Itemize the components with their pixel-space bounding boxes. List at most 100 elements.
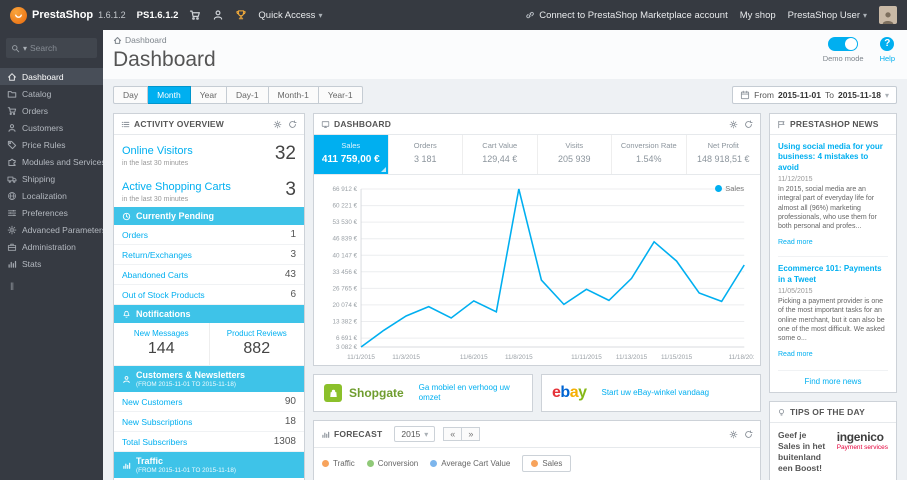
search-scope-caret-icon[interactable]: ▾ bbox=[23, 44, 27, 53]
forecast-prev-button[interactable]: « bbox=[443, 427, 463, 441]
sidebar-item-administration[interactable]: Administration bbox=[0, 238, 103, 255]
find-more-news-link[interactable]: Find more news bbox=[778, 370, 888, 386]
kpi-visits[interactable]: Visits 205 939 bbox=[538, 135, 612, 174]
gear-icon[interactable] bbox=[273, 120, 282, 129]
active-carts-link[interactable]: Active Shopping Carts bbox=[122, 181, 231, 193]
page-title: Dashboard bbox=[113, 48, 216, 71]
date-range-buttons: Day Month Year Day-1 Month-1 Year-1 bbox=[113, 86, 363, 104]
average-cart-value-dot bbox=[430, 460, 438, 467]
filter-day-button[interactable]: Day bbox=[113, 86, 149, 104]
ingenico-tagline: Payment services bbox=[836, 444, 888, 452]
user-name: PrestaShop User bbox=[787, 9, 860, 21]
kpi-orders[interactable]: Orders 3 181 bbox=[389, 135, 463, 174]
news-article: Using social media for your business: 4 … bbox=[778, 142, 888, 258]
panel-tools bbox=[729, 119, 753, 129]
new-customers-link[interactable]: New Customers bbox=[122, 397, 182, 407]
shopgate-cta-link[interactable]: Ga mobiel en verhoog uw omzet bbox=[419, 383, 522, 403]
sidebar-collapse-button[interactable]: ‖ bbox=[0, 272, 103, 303]
home-icon bbox=[8, 72, 16, 81]
kpi-net-profit[interactable]: Net Profit 148 918,51 € bbox=[687, 135, 761, 174]
total-subscribers-link[interactable]: Total Subscribers bbox=[122, 437, 187, 447]
online-visitors-link[interactable]: Online Visitors bbox=[122, 145, 193, 157]
new-messages-label: New Messages bbox=[133, 329, 189, 338]
panel-tools bbox=[273, 119, 297, 129]
new-subscriptions-link[interactable]: New Subscriptions bbox=[122, 417, 192, 427]
bar-chart-icon bbox=[322, 431, 330, 438]
sidebar-item-dashboard[interactable]: Dashboard bbox=[0, 68, 103, 85]
kpi-conversion-rate[interactable]: Conversion Rate 1.54% bbox=[612, 135, 687, 174]
demo-mode-toggle[interactable] bbox=[828, 37, 859, 51]
orders-link[interactable]: Orders bbox=[122, 230, 148, 240]
filter-month-button[interactable]: Month bbox=[148, 86, 191, 104]
trophy-icon[interactable] bbox=[235, 9, 247, 21]
chart-legend[interactable]: Sales bbox=[715, 184, 744, 193]
pending-row: Return/Exchanges 3 bbox=[114, 245, 304, 265]
kpi-sales[interactable]: Sales 411 759,00 € bbox=[314, 135, 389, 174]
quick-access-menu[interactable]: Quick Access ▾ bbox=[258, 10, 322, 21]
filter-year-button[interactable]: Year bbox=[190, 86, 227, 104]
avatar[interactable] bbox=[879, 6, 897, 24]
sidebar-item-localization[interactable]: Localization bbox=[0, 187, 103, 204]
marketplace-label: Connect to PrestaShop Marketplace accoun… bbox=[539, 9, 728, 21]
employees-icon[interactable] bbox=[212, 9, 224, 21]
cart-icon[interactable] bbox=[189, 9, 201, 21]
forecast-tab-conversion[interactable]: Conversion bbox=[366, 459, 418, 468]
sidebar-search[interactable]: ▾ bbox=[6, 38, 97, 58]
news-article-title[interactable]: Ecommerce 101: Payments in a Tweet bbox=[778, 264, 888, 285]
refresh-icon[interactable] bbox=[744, 119, 753, 129]
news-article-title[interactable]: Using social media for your business: 4 … bbox=[778, 142, 888, 173]
help-icon[interactable]: ? bbox=[880, 37, 895, 51]
refresh-icon[interactable] bbox=[288, 119, 297, 129]
sidebar-item-label: Advanced Parameters bbox=[22, 224, 103, 235]
pending-row: Orders 1 bbox=[114, 225, 304, 245]
shopgate-module: Shopgate Ga mobiel en verhoog uw omzet bbox=[313, 374, 533, 412]
forecast-next-button[interactable]: » bbox=[462, 427, 481, 441]
abandoned-carts-link[interactable]: Abandoned Carts bbox=[122, 270, 188, 280]
product-reviews-cell[interactable]: Product Reviews 882 bbox=[210, 323, 305, 365]
sidebar-item-stats[interactable]: Stats bbox=[0, 255, 103, 272]
sales-chart-container: Sales 3 082 € 6 691 € 13 382 € 20 074 € 26 7… bbox=[314, 175, 760, 365]
forecast-tab-sales[interactable]: Sales bbox=[522, 455, 572, 472]
svg-text:11/11/2015: 11/11/2015 bbox=[571, 354, 602, 361]
prestashop-logo[interactable]: PrestaShop 1.6.1.2 bbox=[10, 6, 126, 24]
help-label: Help bbox=[879, 54, 895, 63]
returns-link[interactable]: Return/Exchanges bbox=[122, 250, 192, 260]
filter-year-1-button[interactable]: Year-1 bbox=[318, 86, 363, 104]
filter-day-1-button[interactable]: Day-1 bbox=[226, 86, 269, 104]
read-more-link[interactable]: Read more bbox=[778, 351, 813, 358]
forecast-tab-average-cart-value[interactable]: Average Cart Value bbox=[430, 459, 510, 468]
demo-mode-label: Demo mode bbox=[822, 54, 864, 63]
sidebar-item-price-rules[interactable]: Price Rules bbox=[0, 136, 103, 153]
out-of-stock-link[interactable]: Out of Stock Products bbox=[122, 290, 205, 300]
forecast-year-select[interactable]: 2015 ▾ bbox=[394, 426, 436, 442]
read-more-link[interactable]: Read more bbox=[778, 239, 813, 246]
filter-month-1-button[interactable]: Month-1 bbox=[268, 86, 319, 104]
chevron-down-icon: ▾ bbox=[424, 429, 429, 439]
gear-icon[interactable] bbox=[729, 430, 738, 439]
shopgate-logo-icon bbox=[324, 384, 342, 402]
new-messages-cell[interactable]: New Messages 144 bbox=[114, 323, 210, 365]
sidebar-item-modules[interactable]: Modules and Services bbox=[0, 153, 103, 170]
user-menu[interactable]: PrestaShop User ▾ bbox=[788, 10, 867, 21]
kpi-value: 205 939 bbox=[557, 154, 591, 164]
date-range-picker[interactable]: From 2015-11-01 To 2015-11-18 ▾ bbox=[732, 86, 897, 104]
gear-icon[interactable] bbox=[729, 120, 738, 129]
my-shop-link[interactable]: My shop bbox=[740, 10, 776, 21]
sidebar-item-catalog[interactable]: Catalog bbox=[0, 85, 103, 102]
svg-text:11/3/2015: 11/3/2015 bbox=[392, 354, 420, 361]
forecast-tab-traffic[interactable]: Traffic bbox=[322, 459, 355, 468]
sidebar-item-shipping[interactable]: Shipping bbox=[0, 170, 103, 187]
bar-chart-icon bbox=[123, 462, 131, 469]
search-input[interactable] bbox=[30, 43, 92, 53]
sidebar-item-orders[interactable]: Orders bbox=[0, 102, 103, 119]
shop-name-link[interactable]: PS1.6.1.2 bbox=[137, 10, 179, 21]
marketplace-link[interactable]: Connect to PrestaShop Marketplace accoun… bbox=[525, 10, 728, 21]
panel-title: PRESTASHOP NEWS bbox=[790, 119, 879, 129]
sidebar-item-preferences[interactable]: Preferences bbox=[0, 204, 103, 221]
sidebar-item-customers[interactable]: Customers bbox=[0, 119, 103, 136]
svg-text:11/8/2015: 11/8/2015 bbox=[505, 354, 533, 361]
sidebar-item-advanced-parameters[interactable]: Advanced Parameters bbox=[0, 221, 103, 238]
kpi-cart-value[interactable]: Cart Value 129,44 € bbox=[463, 135, 538, 174]
refresh-icon[interactable] bbox=[744, 429, 753, 439]
ebay-cta-link[interactable]: Start uw eBay-winkel vandaag bbox=[602, 388, 710, 398]
